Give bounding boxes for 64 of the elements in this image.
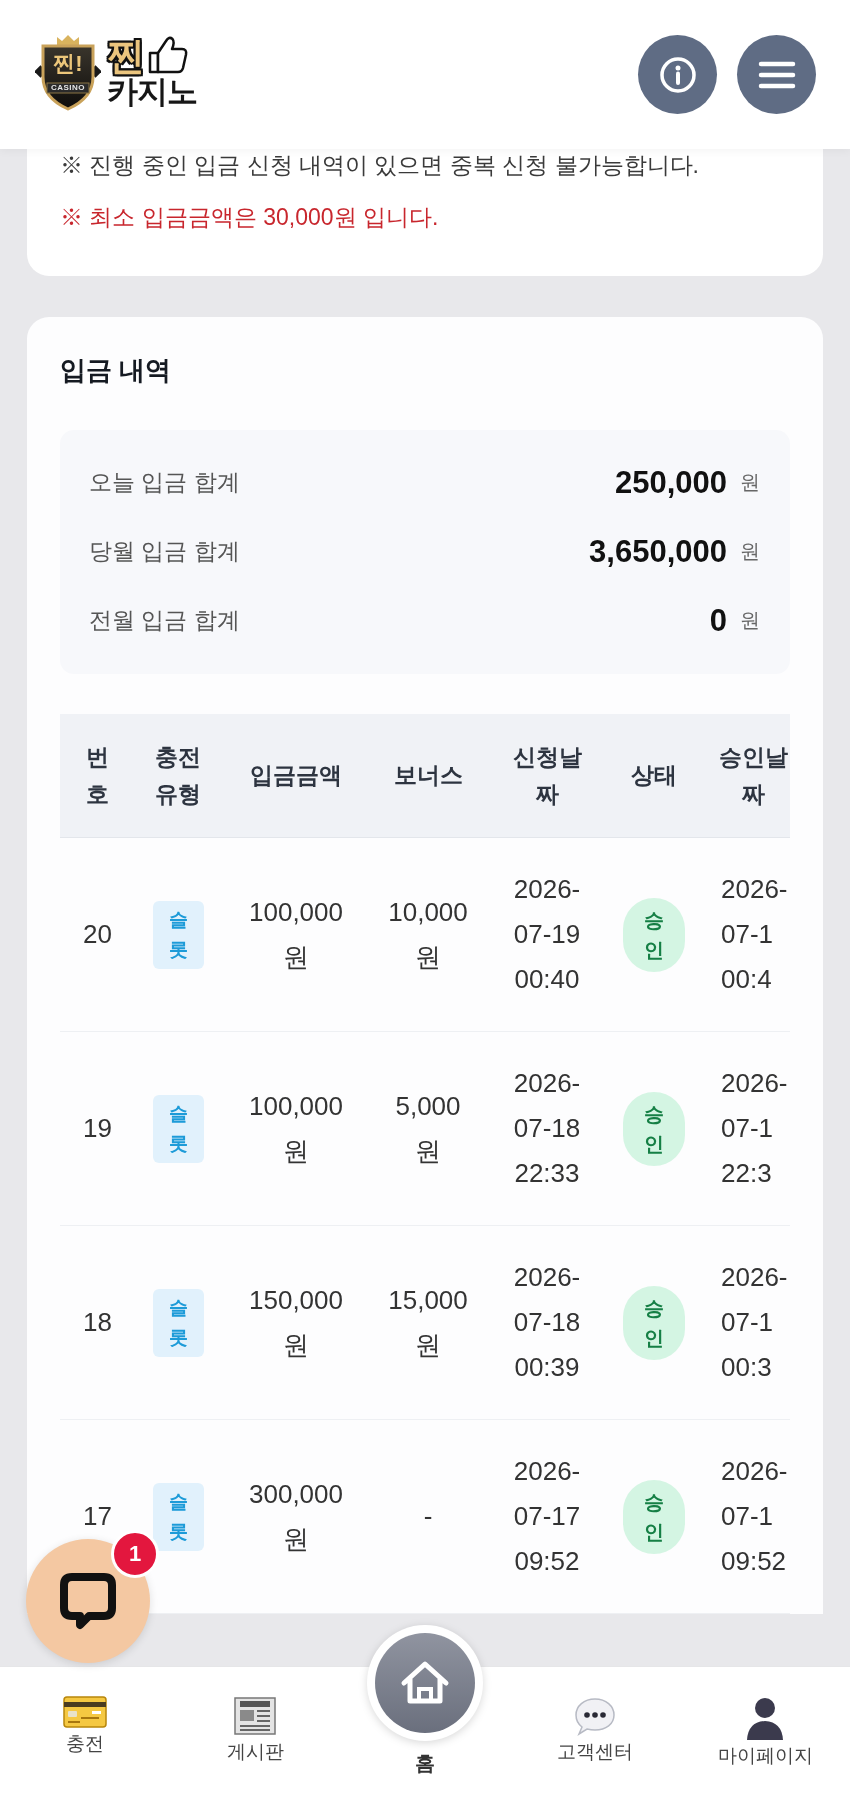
type-badge: 슬롯 [152,1482,204,1551]
summary-amount: 3,650,000 [589,533,727,570]
newspaper-icon [233,1696,277,1736]
nav-button[interactable]: 게시판 [226,1667,284,1764]
column-header: 신청날짜 [511,742,583,809]
chat-bubble-icon [574,1696,616,1736]
nav-button[interactable]: 마이페이지 [717,1667,813,1768]
shield-emblem-icon [35,34,101,111]
table-cell-text: 2026-07-19 00:40 [512,873,582,996]
table-cell-text: 2026-07-18 22:33 [512,1067,582,1190]
column-header: 승인날짜 [717,742,789,809]
column-header: 충전유형 [154,742,202,809]
currency-unit: 원 [740,539,760,564]
table-cell-text: 300,000원 [248,1477,344,1556]
summary-label: 전월 입금 합계 [89,606,240,635]
table-cell-text: 2026-07-1 00:3 [720,1261,789,1384]
status-badge: 승인 [623,1091,685,1166]
table-cell-text: 15,000원 [387,1283,469,1362]
section-title: 입금 내역 [60,354,173,387]
table-cell-text: 5,000원 [394,1089,462,1168]
summary-amount: 0 [709,602,727,639]
table-cell-text: 20 [82,918,113,951]
logo-text: 찐! [53,50,83,77]
home-button[interactable]: 홈 [367,1625,483,1775]
credit-card-icon [63,1696,107,1728]
summary-label: 오늘 입금 합계 [89,468,240,497]
thumbs-up-icon [147,35,189,74]
type-badge: 슬롯 [152,1288,204,1357]
info-icon [657,54,698,95]
type-badge: 슬롯 [152,900,204,969]
notice-text: ※ 최소 입금금액은 30,000원 입니다. [60,203,440,232]
table-cell-text: 2026-07-1 09:52 [720,1455,789,1578]
type-badge: 슬롯 [152,1094,204,1163]
person-icon [745,1696,785,1740]
status-badge: 승인 [623,1285,685,1360]
menu-icon [757,60,796,89]
status-badge: 승인 [623,1479,685,1554]
nav-button[interactable]: 충전 [63,1667,107,1756]
table-cell-text: 2026-07-17 09:52 [512,1455,582,1578]
table-cell-text: 19 [82,1112,113,1145]
table-cell-text: 100,000원 [248,1089,344,1168]
table-cell-text: 150,000원 [248,1283,344,1362]
column-header: 입금금액 [249,761,343,790]
table-cell-text: 2026-07-1 22:3 [720,1067,789,1190]
table-cell-text: - [422,1500,434,1533]
summary-amount: 250,000 [614,464,727,501]
table-cell-text: 100,000원 [248,895,344,974]
logo-caption: CASINO [50,82,86,93]
table-cell-text: 10,000원 [387,895,469,974]
table-cell-text: 2026-07-18 00:39 [512,1261,582,1384]
currency-unit: 원 [740,470,760,495]
currency-unit: 원 [740,608,760,633]
status-badge: 승인 [623,897,685,972]
table-cell-text: 2026-07-1 00:4 [720,873,789,996]
column-header: 보너스 [392,761,464,790]
nav-button[interactable]: 고객센터 [557,1667,633,1764]
table-cell-text: 18 [82,1306,113,1339]
column-header: 상태 [630,761,678,790]
notice-text: ※ 진행 중인 입금 신청 내역이 있으면 중복 신청 불가능합니다. [60,151,700,180]
chat-icon [58,1571,118,1631]
column-header: 번호 [85,742,110,809]
summary-label: 당월 입금 합계 [89,537,240,566]
logo-wordmark: 찐 [107,37,145,74]
table-cell-text: 17 [82,1500,113,1533]
